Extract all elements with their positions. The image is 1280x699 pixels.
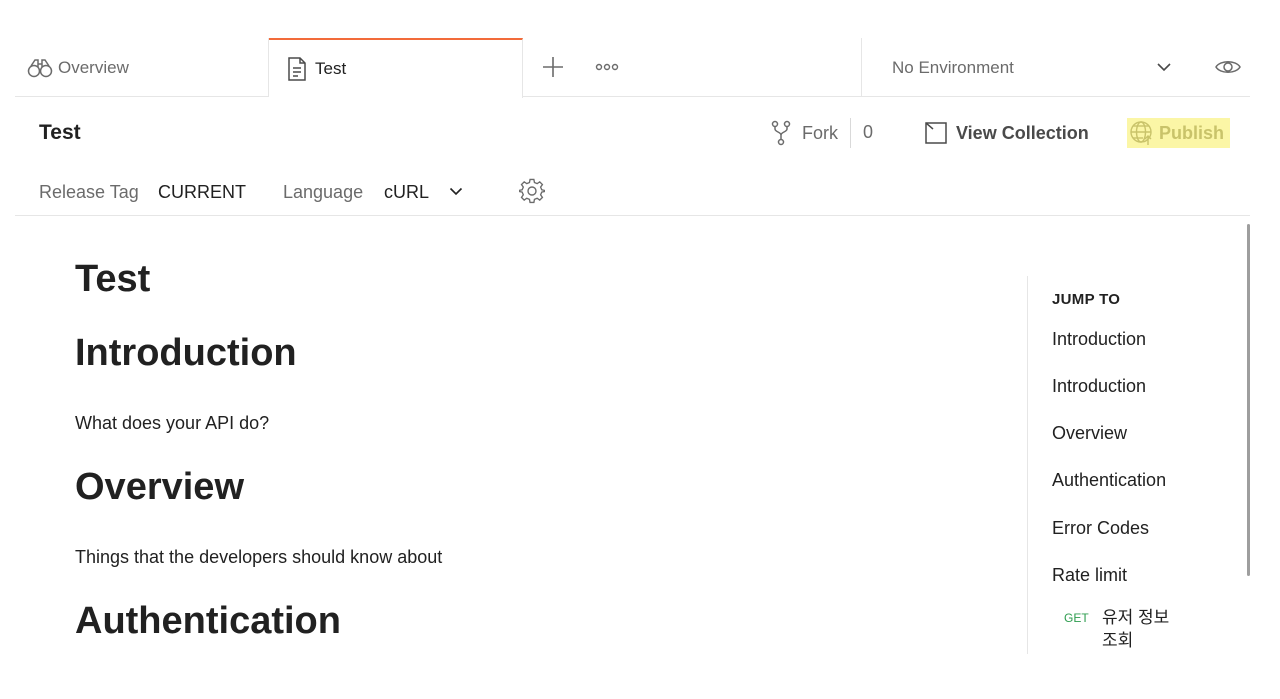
new-tab-button[interactable] <box>540 54 566 80</box>
request-name: 유저 정보 조회 <box>1102 608 1170 650</box>
jump-to-request[interactable]: GET 유저 정보 조회 <box>1064 606 1182 652</box>
jump-to-item[interactable]: Overview <box>1052 423 1127 444</box>
view-collection-button[interactable]: View Collection <box>924 118 1089 148</box>
collection-title: Test <box>39 121 81 144</box>
more-icon <box>595 63 619 71</box>
request-method-badge: GET <box>1064 611 1089 625</box>
tab-test[interactable]: Test <box>269 38 523 98</box>
globe-upload-icon <box>1129 120 1155 146</box>
document-icon <box>284 56 310 82</box>
section-heading: Introduction <box>75 332 297 374</box>
jump-to-item[interactable]: Error Codes <box>1052 518 1149 539</box>
fork-icon <box>768 120 794 146</box>
view-collection-label: View Collection <box>956 122 1089 143</box>
chevron-down-icon[interactable] <box>445 180 467 202</box>
jump-to-item[interactable]: Authentication <box>1052 470 1166 491</box>
jump-to-item[interactable]: Introduction <box>1052 329 1146 350</box>
doc-title: Test <box>75 258 151 300</box>
tab-label: Overview <box>58 57 129 77</box>
binoculars-icon <box>27 55 53 81</box>
environment-label: No Environment <box>892 57 1014 77</box>
publish-button[interactable]: Publish <box>1127 118 1231 148</box>
divider <box>850 118 851 148</box>
language-label: Language <box>283 182 364 202</box>
tab-overview[interactable]: Overview <box>15 38 269 97</box>
section-body: Things that the developers should know a… <box>75 547 443 567</box>
collection-icon <box>924 120 948 146</box>
section-heading: Authentication <box>75 600 341 642</box>
settings-button[interactable] <box>518 177 546 205</box>
more-tabs-button[interactable] <box>594 54 620 80</box>
doc-toolbar: Release Tag CURRENT Language cURL <box>15 170 1250 216</box>
eye-icon[interactable] <box>1214 53 1242 81</box>
documentation-content: Test Introduction What does your API do?… <box>0 216 1028 699</box>
jump-to-item[interactable]: Rate limit <box>1052 565 1127 586</box>
tab-label: Test <box>315 59 347 78</box>
release-tag-value[interactable]: CURRENT <box>158 182 246 203</box>
fork-count: 0 <box>863 122 874 142</box>
language-select[interactable]: cURL <box>384 182 429 203</box>
publish-label: Publish <box>1159 122 1225 143</box>
gear-icon <box>519 178 545 204</box>
jump-to-panel: JUMP TO Introduction Introduction Overvi… <box>1027 276 1237 654</box>
tab-bar: Overview Test No Environment <box>15 38 1250 98</box>
section-body: What does your API do? <box>75 413 270 433</box>
fork-label: Fork <box>802 122 838 143</box>
release-tag-label: Release Tag <box>39 182 139 202</box>
chevron-down-icon <box>1152 55 1176 79</box>
section-heading: Overview <box>75 466 244 508</box>
environment-selector[interactable]: No Environment <box>861 38 1250 97</box>
jump-to-title: JUMP TO <box>1052 291 1121 308</box>
fork-button[interactable]: Fork <box>768 118 838 148</box>
plus-icon <box>543 57 563 77</box>
jump-to-item[interactable]: Introduction <box>1052 376 1146 397</box>
scrollbar[interactable] <box>1247 224 1250 576</box>
